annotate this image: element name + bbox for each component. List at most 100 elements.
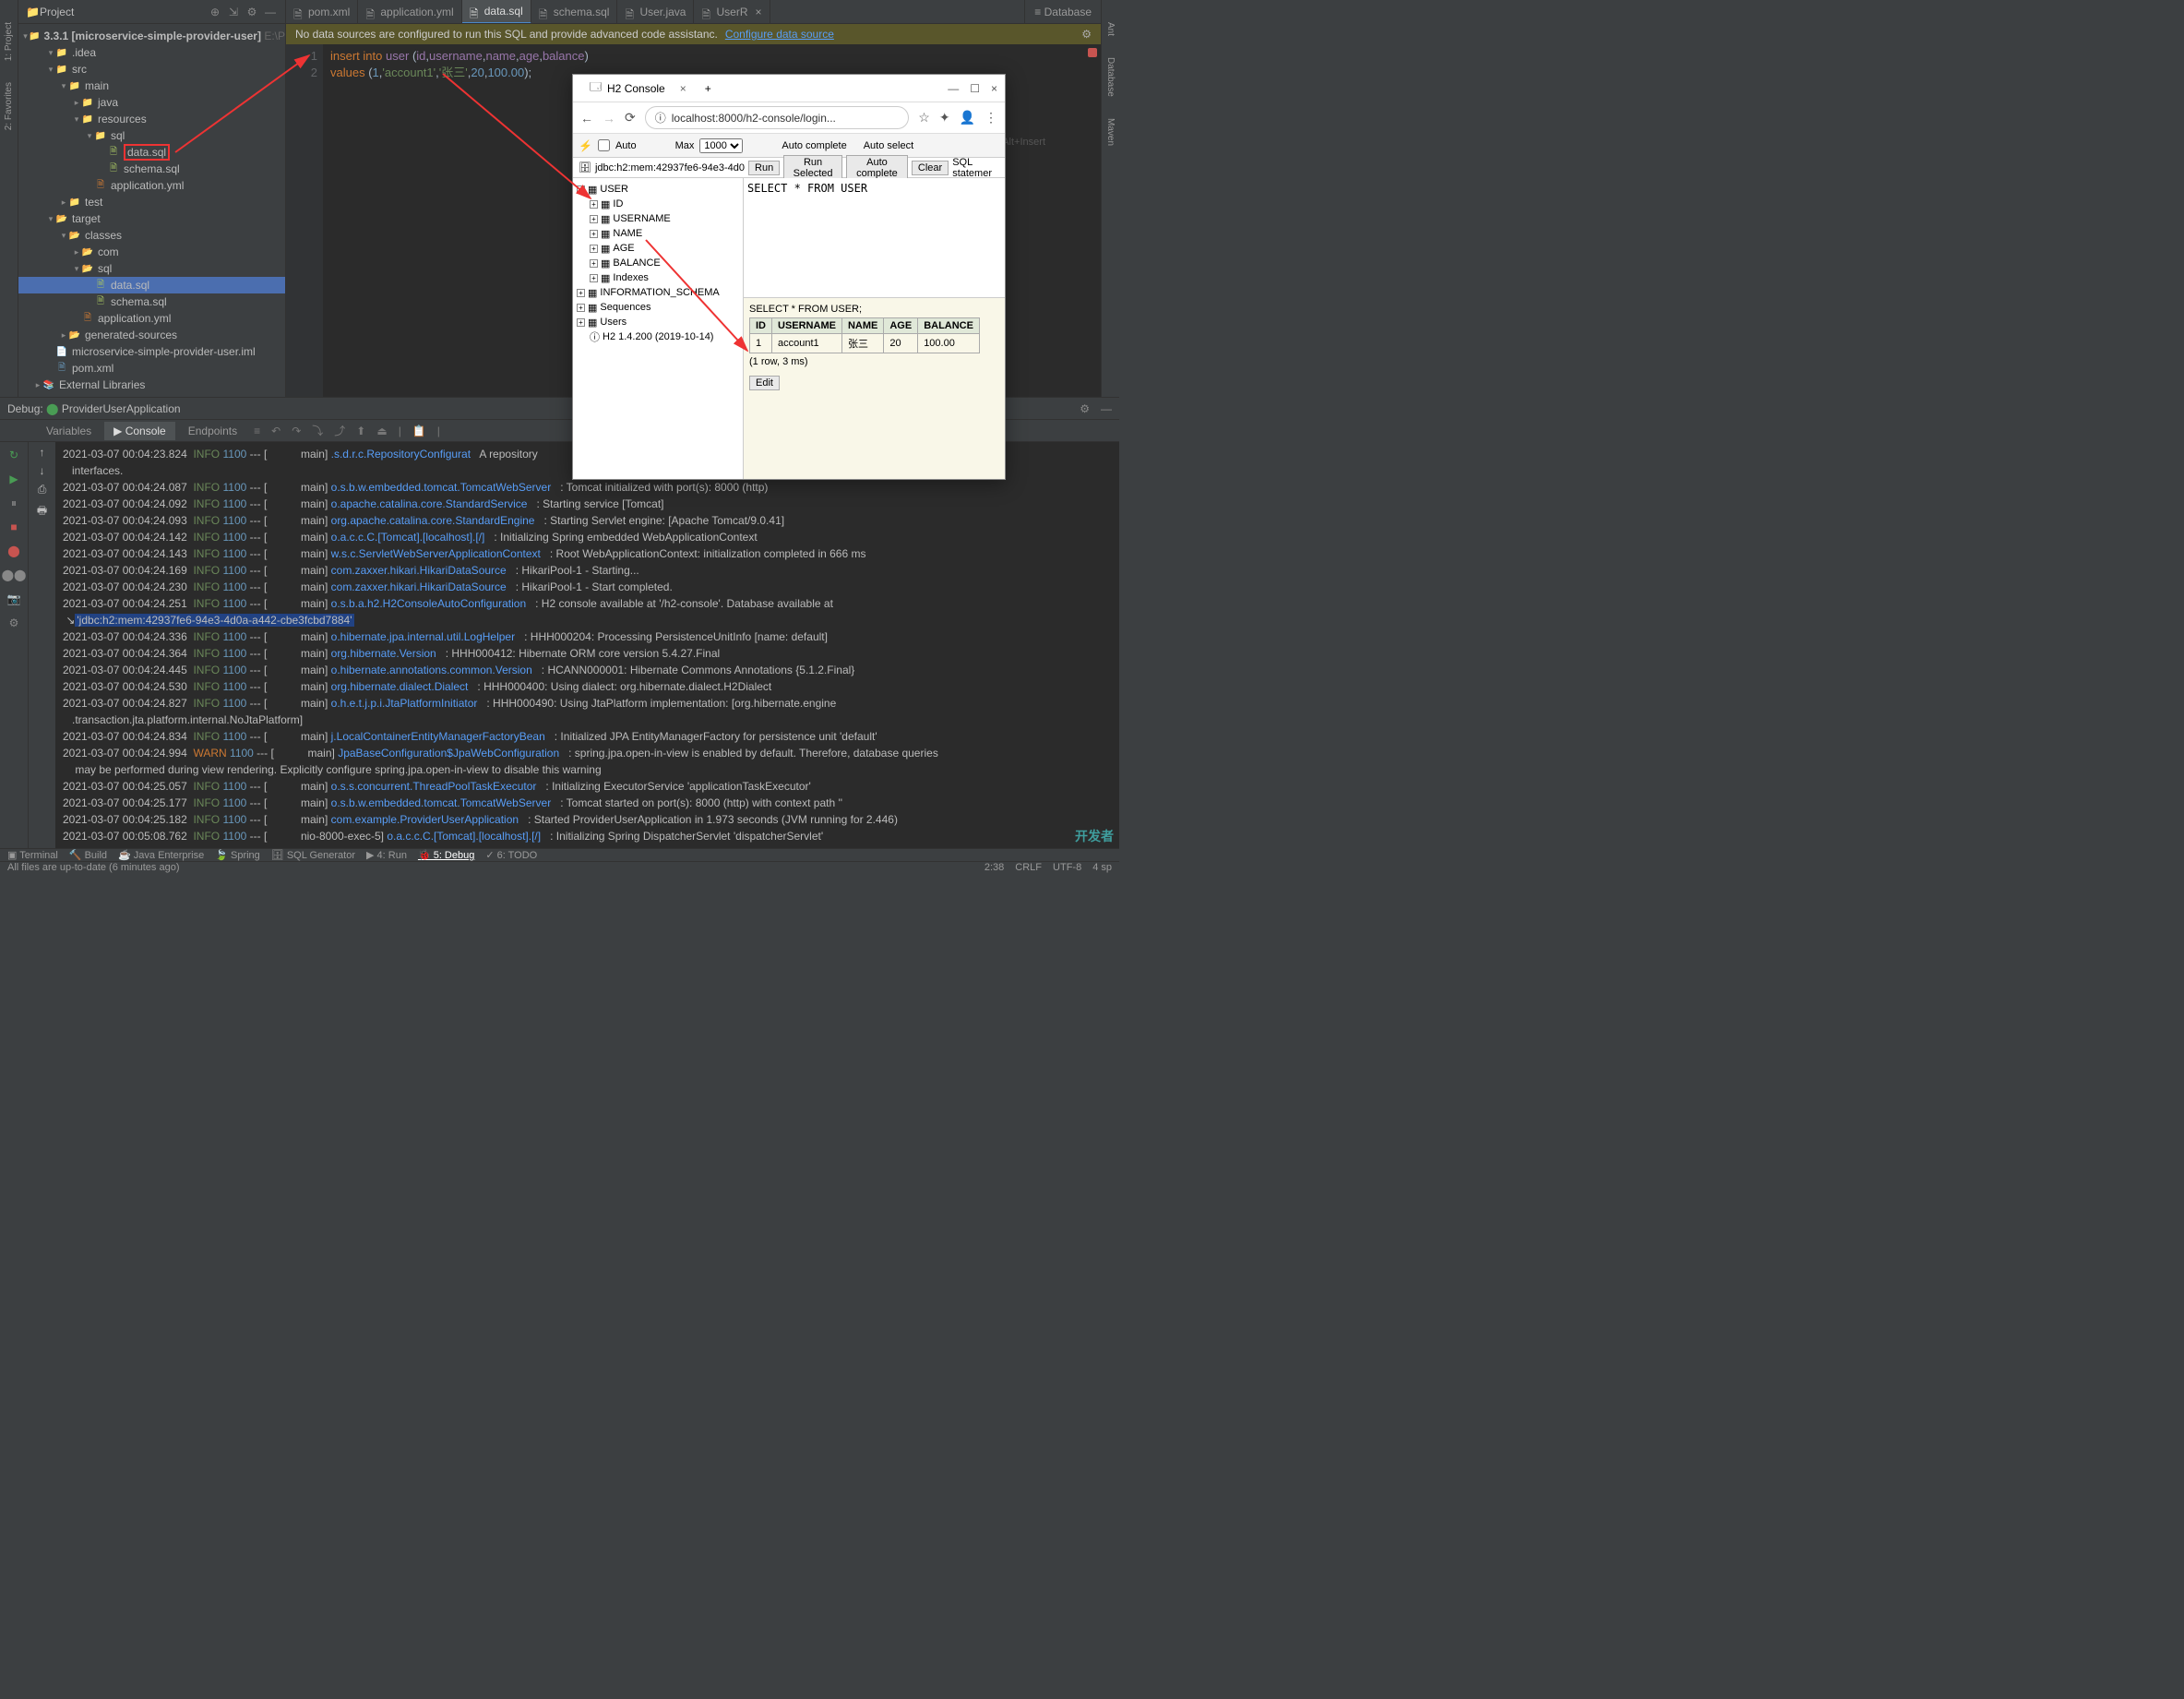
h2-tree-item[interactable]: -▦ USER <box>577 182 739 197</box>
locate-icon[interactable]: ⊕ <box>208 5 222 19</box>
tree-item[interactable]: 🗎data.sql <box>18 277 285 293</box>
extensions-icon[interactable]: ✦ <box>939 110 950 126</box>
h2-tree-item[interactable]: +▦ NAME <box>577 226 739 241</box>
stop-button[interactable]: ■ <box>5 518 23 536</box>
new-tab-button[interactable]: + <box>705 82 711 95</box>
banner-gear-icon[interactable]: ⚙ <box>1081 28 1092 41</box>
h2-tree-item[interactable]: ⓘ H2 1.4.200 (2019-10-14) <box>577 329 739 344</box>
clear-button[interactable]: Clear <box>912 161 949 175</box>
auto-checkbox[interactable] <box>598 139 610 151</box>
editor-tab[interactable]: 🗎schema.sql <box>531 0 618 24</box>
hide-icon[interactable]: — <box>263 5 278 19</box>
tree-item[interactable]: ▾📁sql <box>18 127 285 144</box>
indent-info[interactable]: 4 sp <box>1092 862 1112 873</box>
tree-item[interactable]: 🗎data.sql <box>18 144 285 161</box>
debug-tab[interactable]: Variables <box>37 422 101 440</box>
editor-tab[interactable]: 🗎User.java <box>617 0 694 24</box>
print-button[interactable]: 🖶 <box>37 502 47 521</box>
reload-button[interactable]: ⟳ <box>625 110 636 126</box>
tab-close-icon[interactable]: × <box>680 82 686 95</box>
bottom-tab[interactable]: ☕ Java Enterprise <box>118 849 204 861</box>
tree-item[interactable]: ▸📂generated-sources <box>18 327 285 343</box>
view-breakpoints-button[interactable]: ⬤⬤ <box>5 566 23 584</box>
debug-tab[interactable]: Endpoints <box>179 422 246 440</box>
h2-tree-item[interactable]: +▦ Indexes <box>577 270 739 285</box>
bottom-tab[interactable]: ✓ 6: TODO <box>485 849 537 861</box>
tree-item[interactable]: ▾📁resources <box>18 111 285 127</box>
tree-item[interactable]: ▾📂target <box>18 210 285 227</box>
forward-button[interactable]: → <box>603 111 615 126</box>
tree-item[interactable]: ▾📂sql <box>18 260 285 277</box>
resume-button[interactable]: ▶ <box>5 470 23 488</box>
tree-item[interactable]: ▾📂classes <box>18 227 285 244</box>
project-tree[interactable]: ▾📁3.3.1 [microservice-simple-provider-us… <box>18 24 285 397</box>
tree-item[interactable]: ▾📁.idea <box>18 44 285 61</box>
bottom-tab[interactable]: 🔨 Build <box>69 849 107 861</box>
maven-tool-tab[interactable]: Maven <box>1105 114 1116 150</box>
caret-position[interactable]: 2:38 <box>985 862 1004 873</box>
window-maximize-icon[interactable]: ☐ <box>970 82 980 95</box>
tree-item[interactable]: 🗎schema.sql <box>18 293 285 310</box>
autocomplete-button[interactable]: Auto complete <box>846 155 908 181</box>
database-tool-tab[interactable]: Database <box>1105 54 1116 101</box>
tree-item[interactable]: ▸📁test <box>18 194 285 210</box>
h2-tree-item[interactable]: +▦ INFORMATION_SCHEMA <box>577 285 739 300</box>
tree-item[interactable]: 🗎application.yml <box>18 310 285 327</box>
run-selected-button[interactable]: Run Selected <box>783 155 842 181</box>
expand-icon[interactable]: ⇲ <box>226 5 241 19</box>
run-button[interactable]: Run <box>748 161 780 175</box>
tree-item[interactable]: ▾📁src <box>18 61 285 78</box>
console-output[interactable]: 2021-03-07 00:04:23.824 INFO 1100 --- [ … <box>55 442 1119 848</box>
tree-item[interactable]: ▸📂com <box>18 244 285 260</box>
file-encoding[interactable]: UTF-8 <box>1053 862 1081 873</box>
down-button[interactable]: ↓ <box>40 464 45 477</box>
bottom-tab[interactable]: 🐞 5: Debug <box>418 849 474 861</box>
tree-item[interactable]: 🗎application.yml <box>18 177 285 194</box>
bottom-tab[interactable]: 🗄 SQL Generator <box>271 849 355 861</box>
h2-tree-item[interactable]: +▦ Users <box>577 315 739 329</box>
edit-button[interactable]: Edit <box>749 376 780 390</box>
line-separator[interactable]: CRLF <box>1015 862 1042 873</box>
bookmark-icon[interactable]: ☆ <box>918 110 930 126</box>
window-minimize-icon[interactable]: — <box>948 82 959 95</box>
error-stripe-mark[interactable] <box>1088 48 1097 57</box>
tree-item[interactable]: 🗎pom.xml <box>18 360 285 377</box>
h2-tree-item[interactable]: +▦ ID <box>577 197 739 211</box>
h2-tree-item[interactable]: +▦ BALANCE <box>577 256 739 270</box>
tree-item[interactable]: ▸📚External Libraries <box>18 377 285 393</box>
mute-breakpoints-button[interactable]: ⬤ <box>5 542 23 560</box>
h2-schema-tree[interactable]: -▦ USER+▦ ID+▦ USERNAME+▦ NAME+▦ AGE+▦ B… <box>573 178 744 479</box>
profile-icon[interactable]: 👤 <box>960 110 975 126</box>
bottom-tab[interactable]: ▶ 4: Run <box>366 849 407 861</box>
window-close-icon[interactable]: × <box>991 82 997 95</box>
editor-tab[interactable]: 🗎UserR× <box>694 0 770 24</box>
project-tool-tab[interactable]: 1: Project <box>4 18 14 65</box>
h2-tree-item[interactable]: +▦ AGE <box>577 241 739 256</box>
bottom-tab[interactable]: ▣ Terminal <box>7 849 58 861</box>
tree-item[interactable]: 🗎schema.sql <box>18 161 285 177</box>
gear-icon[interactable]: ⚙ <box>245 5 259 19</box>
debug-gear-icon[interactable]: ⚙ <box>1080 402 1090 415</box>
favorites-tool-tab[interactable]: 2: Favorites <box>4 78 14 134</box>
rerun-button[interactable]: ↻ <box>5 446 23 464</box>
address-bar[interactable]: ⓘlocalhost:8000/h2-console/login... <box>645 106 910 129</box>
sql-input[interactable] <box>744 178 1005 297</box>
configure-datasource-link[interactable]: Configure data source <box>725 28 834 41</box>
tree-item[interactable]: ▸📁java <box>18 94 285 111</box>
h2-tree-item[interactable]: +▦ USERNAME <box>577 211 739 226</box>
bottom-tab[interactable]: 🍃 Spring <box>215 849 260 861</box>
camera-button[interactable]: 📷 <box>5 590 23 608</box>
settings-button[interactable]: ⚙ <box>5 614 23 632</box>
debug-tab[interactable]: ▶ Console <box>104 422 175 440</box>
tree-item[interactable]: 📄microservice-simple-provider-user.iml <box>18 343 285 360</box>
back-button[interactable]: ← <box>580 111 593 126</box>
ant-tool-tab[interactable]: Ant <box>1105 18 1116 40</box>
filter-button[interactable]: ⎙ <box>38 483 47 497</box>
menu-icon[interactable]: ⋮ <box>985 110 997 126</box>
up-button[interactable]: ↑ <box>40 446 45 459</box>
max-rows-select[interactable]: 1000 <box>699 138 743 153</box>
editor-tab[interactable]: 🗎application.yml <box>358 0 461 24</box>
editor-tab[interactable]: 🗎pom.xml <box>286 0 358 24</box>
debug-hide-icon[interactable]: — <box>1101 402 1112 415</box>
tree-item[interactable]: ▾📁main <box>18 78 285 94</box>
